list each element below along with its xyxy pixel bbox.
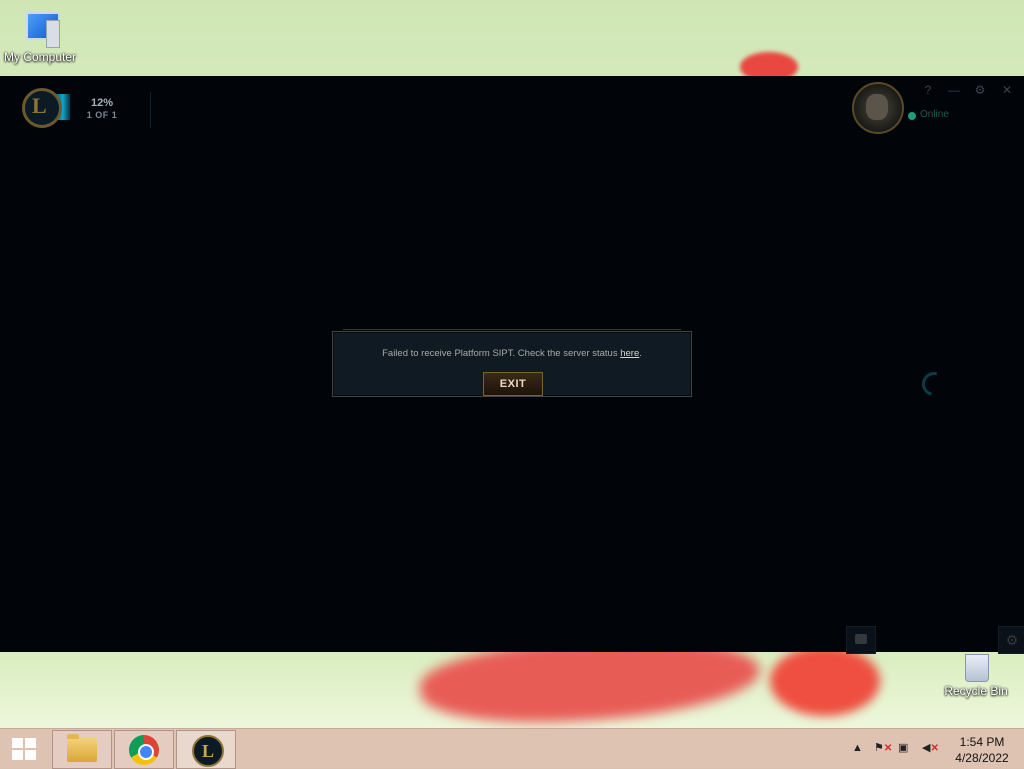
chat-icon <box>855 634 867 644</box>
dialog-border-decoration <box>343 329 681 330</box>
header-divider <box>150 92 151 128</box>
patch-percent: 12% <box>90 97 114 109</box>
taskbar: L ▲ ⚑✕ ▣ ◀✕ 1:54 PM 4/28/2022 <box>0 728 1024 769</box>
desktop-icon-label: My Computer <box>3 50 77 64</box>
system-clock[interactable]: 1:54 PM 4/28/2022 <box>950 734 1014 766</box>
close-button[interactable]: ✕ <box>999 82 1015 98</box>
taskbar-league-client[interactable]: L <box>176 730 236 769</box>
recycle-bin-icon <box>961 648 991 682</box>
wallpaper-flower <box>770 646 880 716</box>
server-status-link[interactable]: here <box>620 348 639 359</box>
clock-date: 4/28/2022 <box>955 751 1009 765</box>
recycle-bin-desktop-icon[interactable]: Recycle Bin <box>936 648 1016 698</box>
desktop-icon-label: Recycle Bin <box>944 684 1008 698</box>
league-icon: L <box>192 735 224 767</box>
error-message-text: Failed to receive Platform SIPT. Check t… <box>382 348 621 359</box>
my-computer-desktop-icon[interactable]: My Computer <box>0 8 80 64</box>
windows-logo-icon <box>12 738 36 760</box>
folder-icon <box>67 734 97 762</box>
gear-icon: ⚙ <box>1005 632 1019 648</box>
chrome-icon <box>129 735 159 765</box>
taskbar-chrome[interactable] <box>114 730 174 769</box>
online-status-icon <box>908 112 916 120</box>
error-message-suffix: . <box>639 348 642 359</box>
league-logo-icon: L <box>22 88 72 128</box>
network-icon[interactable]: ▣ <box>898 741 912 755</box>
computer-icon <box>20 8 60 48</box>
minimize-button[interactable]: — <box>946 82 962 98</box>
exit-button[interactable]: EXIT <box>483 372 543 396</box>
online-status-label: Online <box>920 109 949 120</box>
action-center-flag-icon[interactable]: ⚑✕ <box>874 741 892 755</box>
error-message: Failed to receive Platform SIPT. Check t… <box>333 348 691 359</box>
help-button[interactable]: ? <box>920 82 936 98</box>
volume-muted-icon[interactable]: ◀✕ <box>922 741 939 755</box>
taskbar-file-explorer[interactable] <box>52 730 112 769</box>
error-dialog: Failed to receive Platform SIPT. Check t… <box>332 329 692 397</box>
league-client-window: L 12% 1 OF 1 Online ? — ⚙ ✕ ⚙ Failed to … <box>0 76 1024 654</box>
settings-button[interactable]: ⚙ <box>972 82 988 98</box>
profile-avatar[interactable] <box>852 82 904 134</box>
show-hidden-icons-button[interactable]: ▲ <box>852 742 863 754</box>
loading-spinner-icon <box>917 367 951 401</box>
chat-button[interactable] <box>846 626 876 654</box>
social-settings-button[interactable]: ⚙ <box>998 626 1024 654</box>
patch-count: 1 OF 1 <box>86 110 118 120</box>
clock-time: 1:54 PM <box>959 735 1005 749</box>
start-button[interactable] <box>0 729 48 769</box>
